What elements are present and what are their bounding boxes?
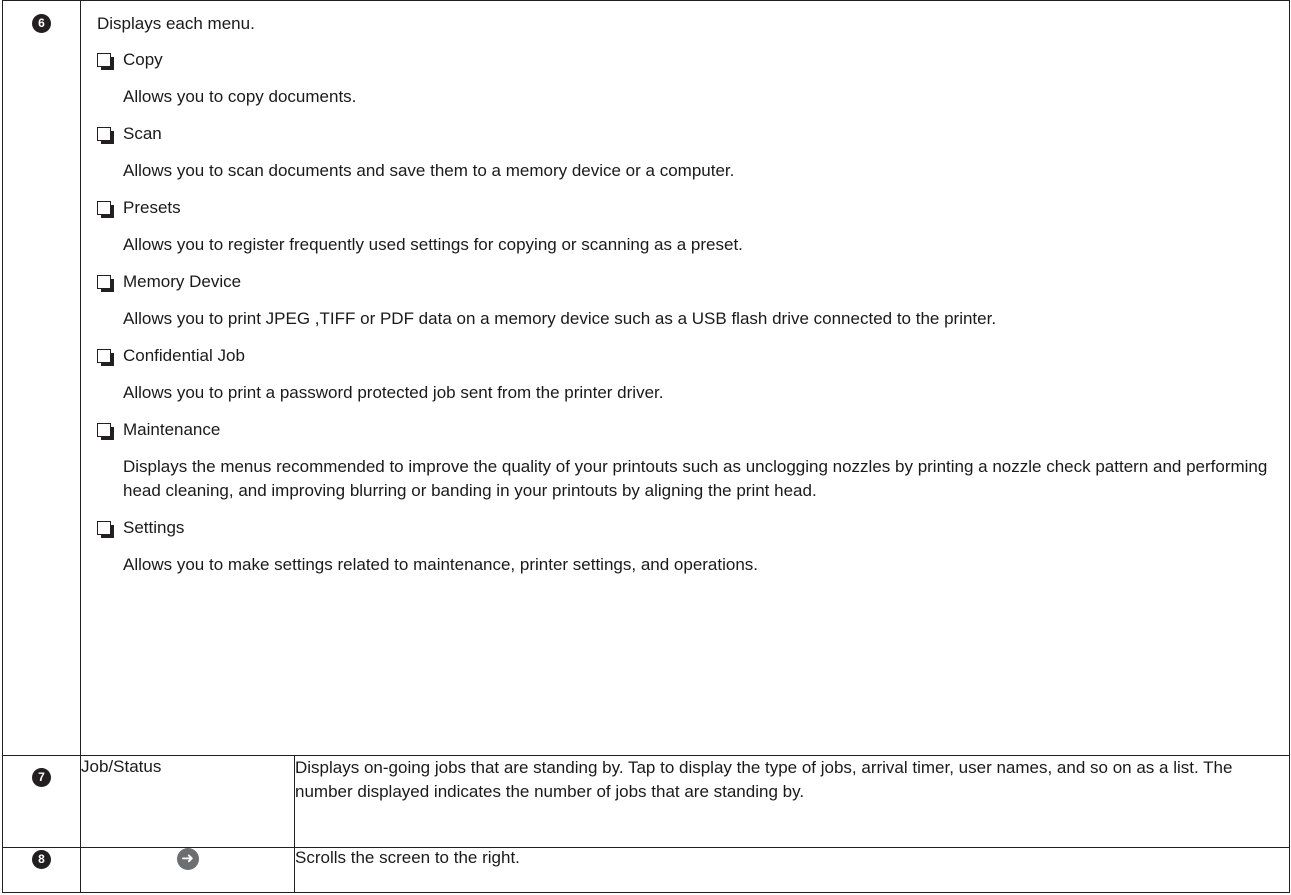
menu-item-description: Allows you to copy documents. (123, 87, 357, 106)
menu-item-confidential-job: Confidential Job Allows you to print a p… (97, 345, 1289, 405)
menu-item-description: Allows you to print a password protected… (123, 383, 664, 402)
menu-item-title: Confidential Job (123, 346, 245, 365)
menu-item-scan: Scan Allows you to scan documents and sa… (97, 123, 1289, 183)
menu-description-table: 6 Displays each menu. Copy Allows you to… (2, 0, 1290, 893)
checkbox-bullet-icon (97, 275, 114, 292)
menu-item-copy: Copy Allows you to copy documents. (97, 49, 1289, 109)
checkbox-bullet-icon (97, 521, 114, 538)
menu-item-description: Allows you to print JPEG ,TIFF or PDF da… (123, 309, 997, 328)
checkbox-bullet-icon (97, 423, 114, 440)
checkbox-bullet-icon (97, 201, 114, 218)
menu-item-maintenance: Maintenance Displays the menus recommend… (97, 419, 1289, 503)
menu-description-cell: Displays each menu. Copy Allows you to c… (80, 0, 1290, 756)
number-badge-7: 7 (32, 768, 51, 787)
menu-item-title: Maintenance (123, 420, 221, 439)
arrow-right-circle-icon: ➜ (176, 848, 199, 870)
menu-item-title: Presets (123, 198, 181, 217)
checkbox-bullet-icon (97, 53, 114, 70)
menu-item-description: Allows you to register frequently used s… (123, 235, 743, 254)
row-number-cell: 7 (2, 755, 81, 848)
menu-item-title: Settings (123, 518, 185, 537)
menu-item-settings: Settings Allows you to make settings rel… (97, 517, 1289, 577)
menu-item-description: Allows you to make settings related to m… (123, 555, 759, 574)
menu-item-description: Displays the menus recommended to improv… (123, 457, 1268, 500)
number-badge-8: 8 (32, 850, 51, 869)
menu-item-memory-device: Memory Device Allows you to print JPEG ,… (97, 271, 1289, 331)
menu-item-presets: Presets Allows you to register frequentl… (97, 197, 1289, 257)
menu-item-title: Memory Device (123, 272, 242, 291)
number-badge-6: 6 (32, 14, 51, 33)
table-row-7: 7 Job/Status Displays on-going jobs that… (2, 755, 1290, 848)
table-row-6: 6 Displays each menu. Copy Allows you to… (2, 0, 1290, 756)
menu-item-title: Copy (123, 50, 163, 69)
row-number-cell: 8 (2, 847, 81, 893)
item-name-cell: Job/Status (80, 755, 295, 848)
checkbox-bullet-icon (97, 127, 114, 144)
item-description-cell: Displays on-going jobs that are standing… (294, 755, 1290, 848)
item-description-cell: Scrolls the screen to the right. (294, 847, 1290, 893)
menu-item-description: Allows you to scan documents and save th… (123, 161, 735, 180)
intro-text: Displays each menu. (97, 14, 255, 33)
checkbox-bullet-icon (97, 349, 114, 366)
table-row-8: 8 ➜ Scrolls the screen to the right. (2, 847, 1290, 893)
item-icon-cell: ➜ (80, 847, 295, 893)
menu-item-title: Scan (123, 124, 162, 143)
row-number-cell: 6 (2, 0, 81, 756)
